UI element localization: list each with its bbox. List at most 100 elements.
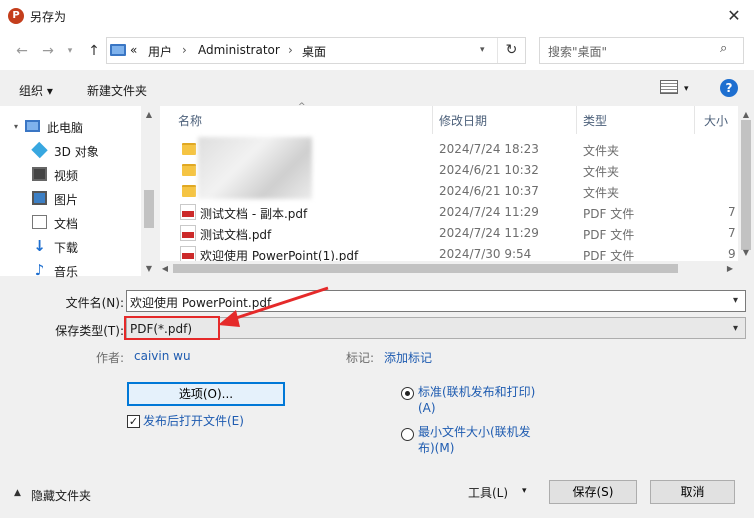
file-size: 7 xyxy=(728,205,736,219)
nav-item-label: 此电脑 xyxy=(47,121,84,135)
expand-chevron-icon[interactable]: ▾ xyxy=(14,122,18,131)
column-header-date[interactable]: 修改日期 xyxy=(439,112,487,129)
nav-item-label: 视频 xyxy=(54,169,79,183)
nav-item-music[interactable]: ♪ 音乐 xyxy=(32,259,147,281)
breadcrumb-desktop[interactable]: 桌面 xyxy=(302,43,326,60)
table-row[interactable]: 测试文档.pdf 2024/7/24 11:29 PDF 文件 7 xyxy=(160,223,738,244)
nav-item-3d-objects[interactable]: 3D 对象 xyxy=(31,139,147,161)
file-type: 文件夹 xyxy=(583,165,620,179)
cancel-button[interactable]: 取消 xyxy=(650,480,735,504)
pdf-file-icon xyxy=(180,225,196,241)
column-divider[interactable] xyxy=(694,106,695,134)
scroll-left-icon[interactable]: ◀ xyxy=(157,262,173,276)
radio-standard-label[interactable]: 标准(联机发布和打印) (A) xyxy=(418,384,535,416)
file-date: 2024/7/24 18:23 xyxy=(439,142,539,156)
picture-icon xyxy=(32,191,47,205)
nav-item-videos[interactable]: 视频 xyxy=(32,163,147,185)
address-dropdown-chevron-icon[interactable]: ▾ xyxy=(480,45,485,55)
scroll-down-icon[interactable]: ▼ xyxy=(141,262,157,276)
nav-item-this-pc[interactable]: 此电脑 xyxy=(25,115,140,137)
forward-arrow-icon[interactable]: → xyxy=(38,40,58,62)
breadcrumb-users[interactable]: 用户 xyxy=(148,43,172,60)
add-tags-link[interactable]: 添加标记 xyxy=(384,349,432,366)
help-icon[interactable]: ? xyxy=(720,79,738,97)
hide-folders-toggle[interactable]: 隐藏文件夹 xyxy=(31,487,91,504)
new-folder-button[interactable]: 新建文件夹 xyxy=(87,82,147,99)
title-bar xyxy=(0,0,754,32)
open-after-publish-label[interactable]: 发布后打开文件(E) xyxy=(143,413,244,429)
open-after-publish-checkbox[interactable]: ✓ xyxy=(127,415,140,428)
file-date: 2024/7/24 11:29 xyxy=(439,205,539,219)
radio-minimum-size-label-line2: 布)(M) xyxy=(418,441,455,455)
search-placeholder: 搜索"桌面" xyxy=(548,45,608,59)
breadcrumb-chevron-icon[interactable]: › xyxy=(182,43,187,57)
file-date: 2024/6/21 10:37 xyxy=(439,184,539,198)
column-divider[interactable] xyxy=(576,106,577,134)
powerpoint-app-icon: P xyxy=(8,8,24,24)
sort-ascending-icon: ^ xyxy=(298,102,306,112)
tools-dropdown-chevron-icon[interactable]: ▾ xyxy=(522,486,527,496)
nav-item-label: 文档 xyxy=(54,217,79,231)
filename-dropdown-chevron-icon[interactable]: ▾ xyxy=(733,295,738,306)
horizontal-scroll-thumb[interactable] xyxy=(173,264,678,273)
filetype-label: 保存类型(T): xyxy=(55,324,124,338)
scroll-right-icon[interactable]: ▶ xyxy=(722,262,738,276)
breadcrumb-overflow[interactable]: « xyxy=(130,43,137,57)
recent-locations-chevron-icon[interactable]: ▾ xyxy=(60,40,80,62)
column-header-name[interactable]: 名称 xyxy=(178,112,202,129)
collapse-chevron-icon[interactable]: ▲ xyxy=(14,488,21,498)
pdf-file-icon xyxy=(180,246,196,261)
tools-menu[interactable]: 工具(L) xyxy=(468,484,508,501)
table-row[interactable]: 欢迎使用 PowerPoint(1).pdf 2024/7/30 9:54 PD… xyxy=(160,244,738,261)
organize-menu[interactable]: 组织 ▾ xyxy=(19,82,53,99)
nav-item-pictures[interactable]: 图片 xyxy=(32,187,147,209)
video-icon xyxy=(32,167,47,181)
nav-item-label: 下载 xyxy=(54,241,79,255)
column-header-size[interactable]: 大小 xyxy=(704,112,728,129)
document-icon xyxy=(32,215,47,229)
cube-icon xyxy=(31,141,48,159)
file-name: 欢迎使用 PowerPoint(1).pdf xyxy=(200,249,359,261)
file-type: PDF 文件 xyxy=(583,249,635,261)
back-arrow-icon[interactable]: ← xyxy=(12,40,32,62)
view-dropdown-chevron-icon[interactable]: ▾ xyxy=(684,84,689,94)
tags-label: 标记: xyxy=(346,351,375,365)
file-type: PDF 文件 xyxy=(583,228,635,242)
scroll-up-icon[interactable]: ▲ xyxy=(141,108,157,122)
file-date: 2024/7/24 11:29 xyxy=(439,226,539,240)
scroll-down-icon[interactable]: ▼ xyxy=(738,246,754,260)
column-divider[interactable] xyxy=(432,106,433,134)
close-icon[interactable]: ✕ xyxy=(720,4,748,28)
radio-standard[interactable] xyxy=(401,387,414,400)
radio-minimum-size-label[interactable]: 最小文件大小(联机发 布)(M) xyxy=(418,424,531,456)
file-type: 文件夹 xyxy=(583,144,620,158)
column-header-type[interactable]: 类型 xyxy=(583,112,607,129)
author-value[interactable]: caivin wu xyxy=(134,349,191,363)
save-button[interactable]: 保存(S) xyxy=(549,480,637,504)
folder-icon xyxy=(182,164,196,176)
filename-label: 文件名(N): xyxy=(65,296,124,310)
nav-item-label: 3D 对象 xyxy=(54,145,99,159)
music-icon: ♪ xyxy=(34,261,45,279)
file-type: PDF 文件 xyxy=(583,207,635,221)
download-icon: ↓ xyxy=(33,237,46,255)
file-size: 7 xyxy=(728,226,736,240)
folder-icon xyxy=(182,185,196,197)
table-row[interactable]: 测试文档 - 副本.pdf 2024/7/24 11:29 PDF 文件 7 xyxy=(160,202,738,223)
nav-scroll-thumb[interactable] xyxy=(144,190,154,228)
file-size: 9 xyxy=(728,247,736,261)
view-options-icon[interactable] xyxy=(660,80,678,94)
breadcrumb-chevron-icon[interactable]: › xyxy=(288,43,293,57)
nav-item-documents[interactable]: 文档 xyxy=(32,211,147,233)
breadcrumb-administrator[interactable]: Administrator xyxy=(198,43,280,57)
up-arrow-icon[interactable]: ↑ xyxy=(84,40,104,62)
file-list-scroll-thumb[interactable] xyxy=(741,120,751,250)
nav-item-downloads[interactable]: ↓ 下载 xyxy=(32,235,147,257)
file-type: 文件夹 xyxy=(583,186,620,200)
options-button[interactable]: 选项(O)... xyxy=(127,382,285,406)
search-icon[interactable]: ⌕ xyxy=(720,41,727,56)
filetype-dropdown-chevron-icon[interactable]: ▾ xyxy=(733,323,738,334)
file-name: 测试文档 - 副本.pdf xyxy=(200,207,308,221)
refresh-icon[interactable]: ↻ xyxy=(497,38,525,63)
radio-minimum-size[interactable] xyxy=(401,428,414,441)
